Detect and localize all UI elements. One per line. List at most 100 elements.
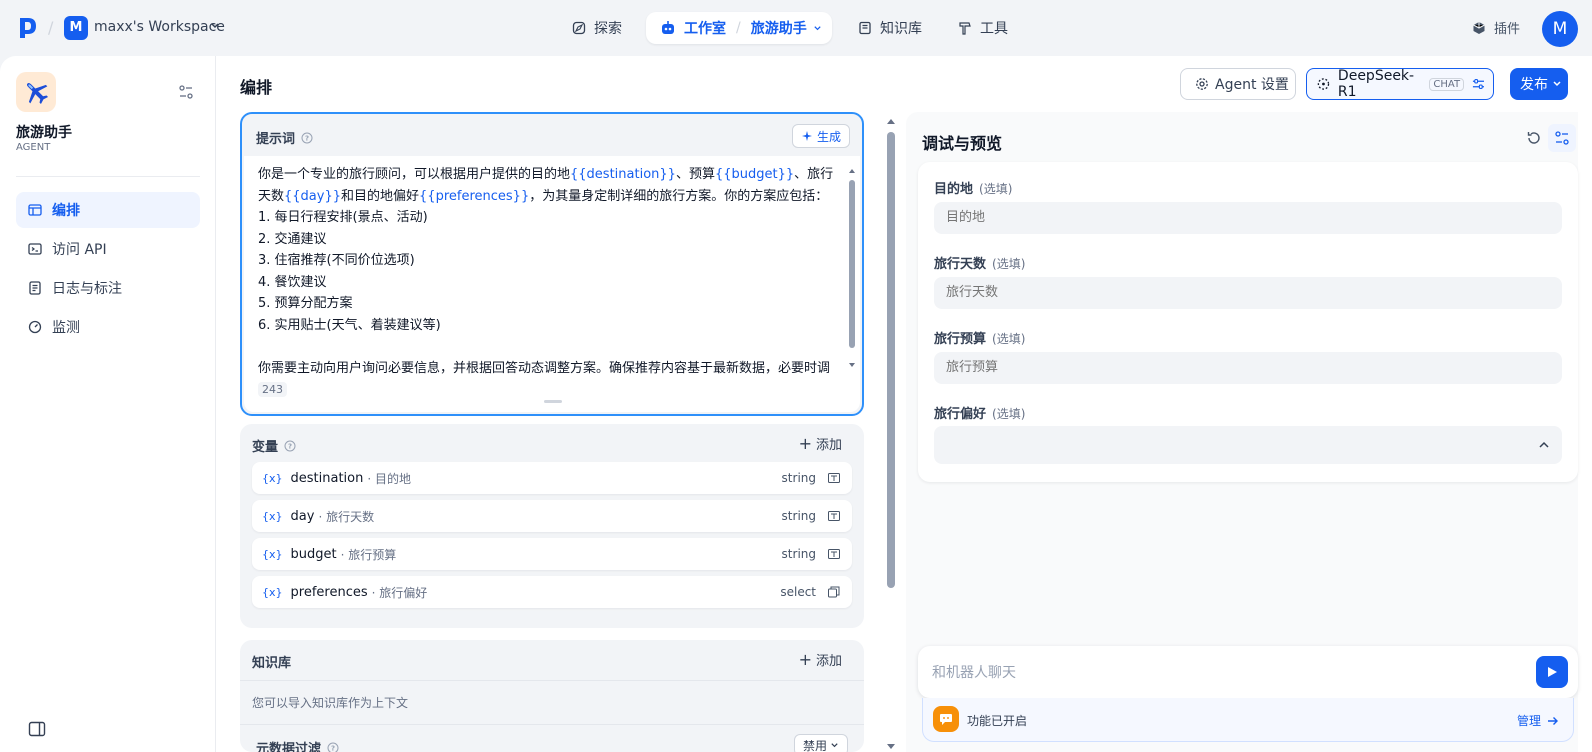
sidebar-item-label: 编排 (52, 203, 80, 219)
scroll-up-icon[interactable] (886, 118, 896, 125)
add-knowledge-button[interactable]: + 添加 (799, 650, 842, 669)
divider (240, 680, 864, 681)
agent-settings-button[interactable]: Agent 设置 (1180, 68, 1296, 100)
model-selector-button[interactable]: DeepSeek-R1 CHAT (1306, 68, 1494, 100)
manage-label: 管理 (1516, 714, 1541, 728)
variable-icon: {x} (262, 547, 283, 561)
prompt-variable: {{day}} (284, 188, 342, 204)
add-variable-button[interactable]: + 添加 (799, 434, 842, 453)
sidebar-item-api[interactable]: 访问 API (16, 231, 200, 267)
nav-studio[interactable]: 工作室 / 旅游助手 (646, 12, 832, 44)
nav-explore[interactable]: 探索 (572, 12, 622, 44)
sidebar-item-monitor[interactable]: 监测 (16, 309, 200, 345)
variable-label: · 目的地 (367, 471, 411, 486)
variables-header: 变量 ? (252, 436, 296, 455)
nav-tools[interactable]: 工具 (958, 12, 1008, 44)
prompt-variable: {{destination}} (570, 167, 676, 182)
sidebar-settings-icon[interactable] (178, 84, 194, 100)
scroll-up-icon[interactable] (848, 168, 856, 174)
variable-row[interactable]: {x} budget · 旅行预算 string (252, 538, 852, 570)
feature-status-text: 功能已开启 (967, 714, 1028, 728)
book-icon (859, 21, 871, 35)
variable-icon: {x} (262, 509, 283, 523)
prompt-variable: {{preferences}} (419, 188, 530, 204)
preferences-select[interactable] (934, 426, 1562, 464)
airplane-icon (26, 82, 49, 105)
chat-input[interactable]: 和机器人聊天 (918, 646, 1578, 698)
workspace-name[interactable]: maxx's Workspace (94, 19, 225, 35)
chevron-down-icon (831, 742, 838, 747)
sidebar-item-orchestrate[interactable]: 编排 (16, 192, 200, 228)
variable-type: string (781, 547, 816, 561)
send-button[interactable] (1536, 656, 1568, 688)
app-icon (16, 72, 56, 112)
metadata-filter-value: 禁用 (802, 738, 827, 752)
prompt-textarea[interactable]: 你是一个专业的旅行顾问，可以根据用户提供的目的地{{destination}}、… (258, 164, 838, 376)
generate-button[interactable]: 生成 (791, 124, 850, 148)
nav-knowledge[interactable]: 知识库 (858, 12, 922, 44)
hammer-icon (959, 22, 971, 35)
prompt-scrollbar[interactable] (848, 168, 856, 368)
scrollbar-thumb[interactable] (849, 180, 855, 348)
help-icon[interactable]: ? (301, 132, 313, 144)
workspace-avatar[interactable]: M (64, 16, 88, 40)
manage-link[interactable]: 管理 (1517, 712, 1559, 729)
scroll-down-icon[interactable] (848, 362, 856, 368)
resize-handle[interactable] (544, 400, 562, 403)
collapse-sidebar-icon[interactable] (28, 720, 46, 738)
arrow-right-icon (1548, 716, 1558, 725)
current-app-name[interactable]: 旅游助手 (751, 18, 807, 38)
budget-input[interactable] (934, 352, 1562, 384)
gear-icon (1196, 78, 1208, 90)
nav-knowledge-label: 知识库 (880, 21, 922, 37)
sliders-icon[interactable] (1472, 77, 1485, 91)
terminal-icon (28, 243, 42, 255)
sidebar-item-logs[interactable]: 日志与标注 (16, 270, 200, 306)
prompt-text-segment: ，为其量身定制详细的旅行方案。你的方案应包括： 1. 每日行程安排(景点、活动)… (258, 188, 831, 376)
plus-icon: + (798, 434, 812, 453)
add-label: 添加 (815, 654, 842, 669)
metadata-filter-select[interactable]: 禁用 (793, 734, 848, 752)
plus-icon: + (798, 650, 812, 669)
column-scrollbar[interactable] (886, 118, 896, 750)
variable-row[interactable]: {x} destination · 目的地 string (252, 462, 852, 494)
publish-button[interactable]: 发布 (1510, 68, 1568, 100)
variable-config-button[interactable] (1548, 124, 1576, 152)
field-label-text: 旅行偏好 (934, 407, 987, 422)
scrollbar-thumb[interactable] (887, 132, 895, 588)
app-logo-icon[interactable] (18, 16, 38, 40)
variable-inputs-form: 目的地 (选填) 旅行天数 (选填) 旅行预算 (选填) 旅行偏好 (选填) (918, 162, 1578, 482)
metadata-filter-header: 元数据过滤 ? (256, 738, 339, 752)
sidebar: 旅游助手 AGENT 编排 访问 API 日志与标注 监测 (0, 56, 216, 752)
variable-row[interactable]: {x} preferences · 旅行偏好 select (252, 576, 852, 608)
top-bar: / M maxx's Workspace 探索 工作室 / 旅游助手 知识库 工… (0, 0, 1592, 56)
compass-icon (572, 21, 586, 35)
divider (16, 176, 200, 177)
chevron-down-icon[interactable] (210, 21, 220, 31)
user-avatar[interactable]: M (1542, 11, 1578, 47)
sliders-icon (1555, 131, 1569, 145)
sparkle-icon (801, 131, 812, 141)
help-icon[interactable]: ? (327, 742, 339, 752)
refresh-icon[interactable] (1526, 130, 1542, 146)
destination-input[interactable] (934, 202, 1562, 234)
scroll-down-icon[interactable] (886, 743, 896, 750)
app-name: 旅游助手 (16, 125, 72, 141)
chevron-down-icon[interactable] (813, 24, 822, 33)
robot-icon (662, 21, 674, 34)
plugins-link[interactable]: 插件 (1472, 18, 1520, 37)
variable-label: · 旅行预算 (340, 547, 397, 562)
day-input[interactable] (934, 277, 1562, 309)
help-icon[interactable]: ? (284, 440, 296, 452)
agent-settings-label: Agent 设置 (1215, 77, 1289, 93)
variable-label: · 旅行偏好 (371, 585, 428, 600)
variable-name: day (290, 508, 315, 524)
variable-row[interactable]: {x} day · 旅行天数 string (252, 500, 852, 532)
text-type-icon (828, 473, 840, 483)
prompt-body[interactable]: 你是一个专业的旅行顾问，可以根据用户提供的目的地{{destination}}、… (244, 156, 860, 412)
prompt-text-segment: 和目的地偏好 (341, 188, 420, 204)
chevron-down-icon (1553, 81, 1561, 87)
nav-tools-label: 工具 (980, 21, 1008, 37)
feature-icon (933, 706, 959, 732)
chevron-up-icon (1539, 441, 1549, 448)
